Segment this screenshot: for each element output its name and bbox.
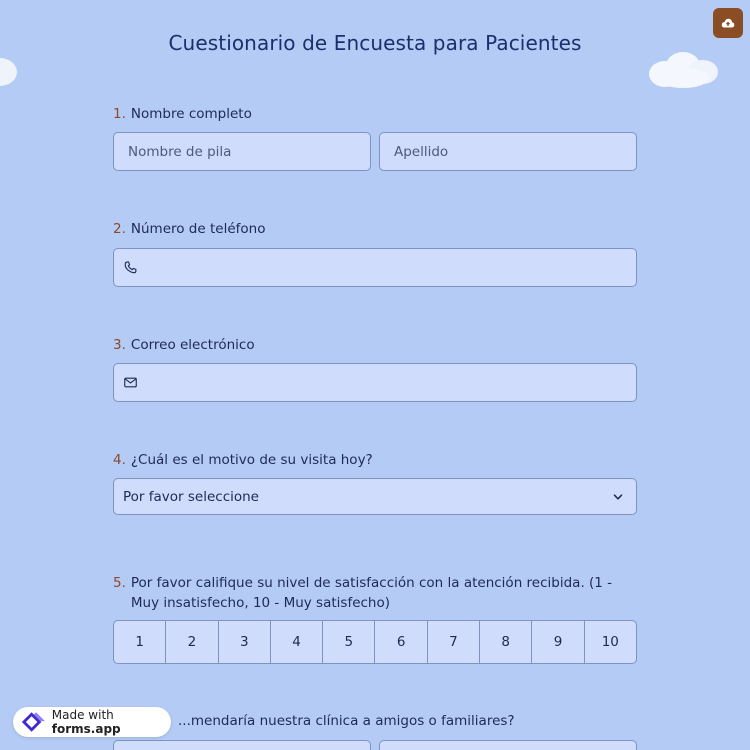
cloud-left-decoration xyxy=(0,58,17,86)
question-label: ...mendaría nuestra clínica a amigos o f… xyxy=(178,711,638,731)
first-name-placeholder: Nombre de pila xyxy=(128,143,232,160)
question-number: 1. xyxy=(113,106,126,122)
recommend-option-no[interactable] xyxy=(379,740,637,750)
mail-icon xyxy=(124,377,137,388)
scale-option[interactable]: 5 xyxy=(323,621,376,663)
last-name-placeholder: Apellido xyxy=(394,143,449,160)
scale-option[interactable]: 7 xyxy=(428,621,481,663)
select-value: Por favor seleccione xyxy=(123,488,259,505)
first-name-input[interactable]: Nombre de pila xyxy=(113,132,371,171)
scale-option[interactable]: 1 xyxy=(114,621,167,663)
scale-option[interactable]: 8 xyxy=(480,621,533,663)
question-text: Correo electrónico xyxy=(130,337,255,353)
question-label: 2. Número de teléfono xyxy=(113,219,637,239)
question-number: 2. xyxy=(113,221,126,237)
made-with-badge[interactable]: Made with forms.app xyxy=(13,707,171,737)
question-text: Número de teléfono xyxy=(130,221,266,237)
question-text: Nombre completo xyxy=(130,106,252,122)
form-title: Cuestionario de Encuesta para Pacientes xyxy=(168,31,582,55)
question-number: 5. xyxy=(113,575,126,591)
question-email: 3. Correo electrónico xyxy=(113,335,637,355)
phone-icon xyxy=(124,261,137,274)
phone-input[interactable] xyxy=(113,248,637,287)
satisfaction-scale: 1 2 3 4 5 6 7 8 9 10 xyxy=(113,620,637,664)
question-label: 4. ¿Cuál es el motivo de su visita hoy? xyxy=(113,450,637,470)
email-input[interactable] xyxy=(113,363,637,402)
question-visit-reason: 4. ¿Cuál es el motivo de su visita hoy? xyxy=(113,450,637,470)
visit-reason-select[interactable]: Por favor seleccione xyxy=(113,478,637,515)
scale-option[interactable]: 2 xyxy=(166,621,219,663)
question-recommend: ...mendaría nuestra clínica a amigos o f… xyxy=(178,711,638,731)
question-full-name: 1. Nombre completo xyxy=(113,104,637,124)
scale-option[interactable]: 9 xyxy=(532,621,585,663)
scale-option[interactable]: 10 xyxy=(585,621,636,663)
question-text: Por favor califique su nivel de satisfac… xyxy=(130,575,613,611)
last-name-input[interactable]: Apellido xyxy=(379,132,637,171)
badge-prefix: Made with xyxy=(51,708,114,722)
badge-text: Made with forms.app xyxy=(52,708,171,736)
question-label: 5. Por favor califique su nivel de satis… xyxy=(113,573,637,613)
survey-page: Cuestionario de Encuesta para Pacientes … xyxy=(0,0,750,750)
question-satisfaction: 5. Por favor califique su nivel de satis… xyxy=(113,573,637,613)
cloud-right-decoration xyxy=(649,52,718,88)
question-label: 1. Nombre completo xyxy=(113,104,637,124)
question-phone: 2. Número de teléfono xyxy=(113,219,637,239)
badge-brand: forms.app xyxy=(51,722,121,736)
question-number: 3. xyxy=(113,337,126,353)
forms-app-logo-icon xyxy=(21,712,45,732)
scale-option[interactable]: 4 xyxy=(271,621,324,663)
question-text: ...mendaría nuestra clínica a amigos o f… xyxy=(178,713,515,729)
chevron-down-icon xyxy=(613,494,623,500)
question-text: ¿Cuál es el motivo de su visita hoy? xyxy=(130,452,373,468)
scale-option[interactable]: 6 xyxy=(375,621,428,663)
recommend-option-yes[interactable] xyxy=(113,740,371,750)
scale-option[interactable]: 3 xyxy=(219,621,271,663)
question-label: 3. Correo electrónico xyxy=(113,335,637,355)
question-number: 4. xyxy=(113,452,126,468)
cloud-upload-icon xyxy=(721,18,735,28)
